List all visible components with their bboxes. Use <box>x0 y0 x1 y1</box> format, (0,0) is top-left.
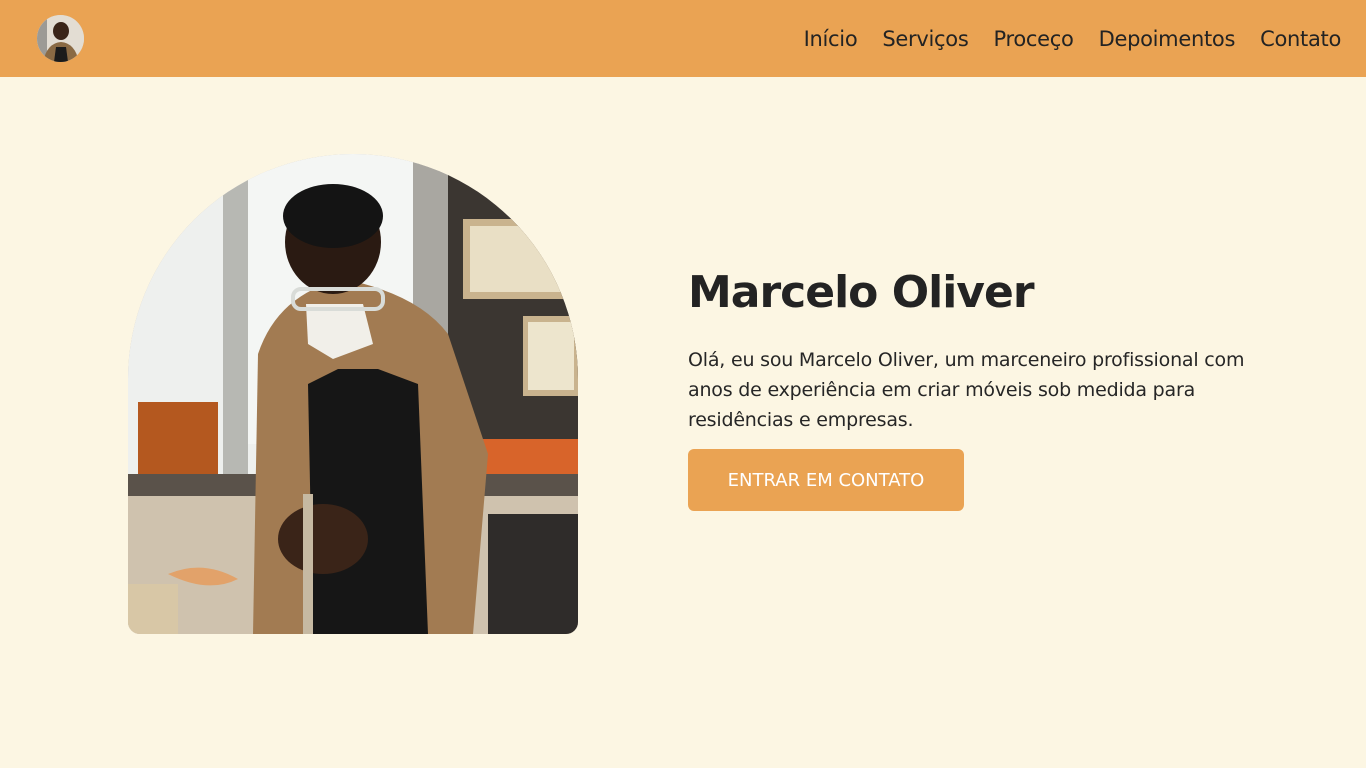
nav-links: Início Serviços Proceço Depoimentos Cont… <box>804 0 1342 77</box>
nav-link-proceco[interactable]: Proceço <box>994 27 1074 51</box>
nav-link-servicos[interactable]: Serviços <box>882 27 968 51</box>
nav-link-inicio[interactable]: Início <box>804 27 858 51</box>
carpenter-photo-illustration <box>128 154 578 634</box>
hero-content: Marcelo Oliver Olá, eu sou Marcelo Olive… <box>688 265 1258 511</box>
avatar[interactable] <box>37 15 84 62</box>
navbar: Início Serviços Proceço Depoimentos Cont… <box>0 0 1366 77</box>
hero-photo <box>128 154 578 634</box>
avatar-icon <box>37 15 84 62</box>
nav-link-contato[interactable]: Contato <box>1260 27 1341 51</box>
page-title: Marcelo Oliver <box>688 267 1035 318</box>
hero-description: Olá, eu sou Marcelo Oliver, um marceneir… <box>688 349 1245 431</box>
nav-link-depoimentos[interactable]: Depoimentos <box>1099 27 1236 51</box>
contact-button[interactable]: ENTRAR EM CONTATO <box>688 449 964 511</box>
